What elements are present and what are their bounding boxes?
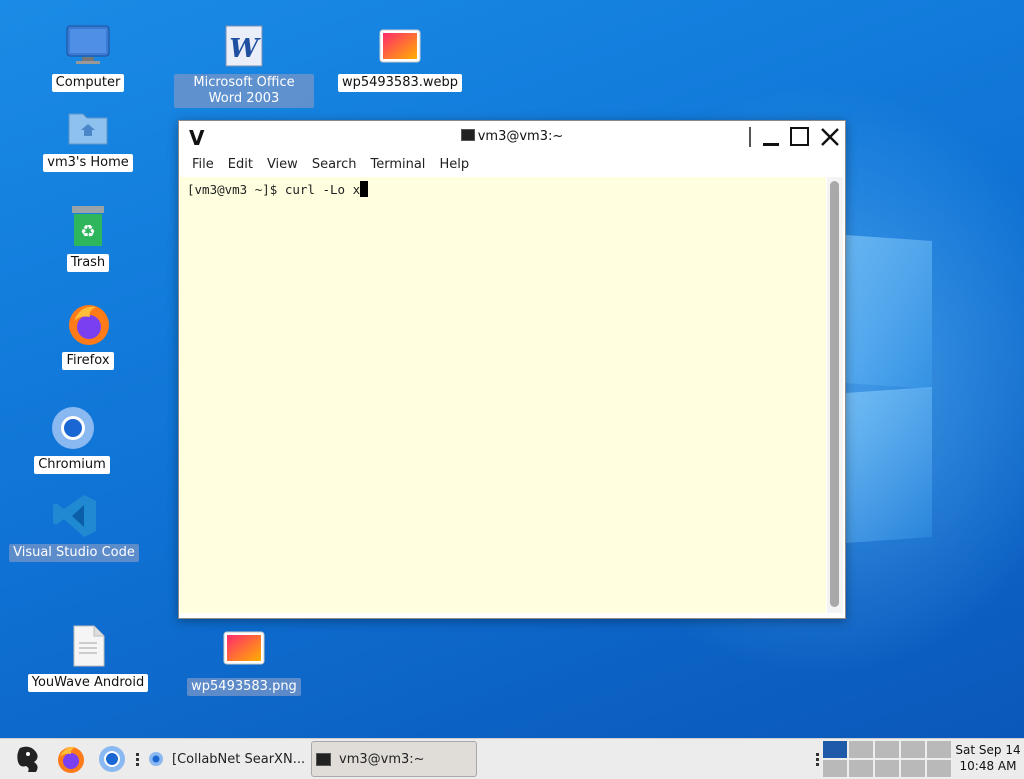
typed-command: curl -Lo x [284,182,361,197]
desktop-icon-trash[interactable]: ♻ Trash [18,204,158,272]
vscode-icon [52,494,96,538]
workspace-8[interactable] [874,759,900,778]
chromium-icon [149,752,163,766]
workspace-5[interactable] [926,740,952,759]
desktop-icon-webp[interactable]: wp5493583.webp [330,24,470,92]
chromium-icon [99,746,125,772]
taskbar-firefox-launcher[interactable] [55,743,87,775]
task-label: vm3@vm3:~ [339,751,425,767]
vertical-scrollbar[interactable] [827,177,843,613]
taskbar-chromium-launcher[interactable] [96,743,128,775]
taskbar-separator-handle[interactable] [816,751,819,768]
terminal-window[interactable]: V vm3@vm3:~ File Edit View Search Termin… [178,120,846,619]
desktop-icon-vscode[interactable]: Visual Studio Code [4,494,144,562]
window-titlebar[interactable]: V vm3@vm3:~ [179,121,845,153]
desktop-icon-computer[interactable]: Computer [18,24,158,92]
menu-search[interactable]: Search [312,157,357,172]
workspace-pager[interactable] [822,740,952,778]
close-button[interactable] [819,126,841,148]
workspace-6[interactable] [822,759,848,778]
wallpaper-logo-pane [846,386,932,544]
desktop-icon-firefox[interactable]: Firefox [18,302,158,370]
home-folder-icon [66,104,110,148]
desktop-icon-label: Trash [66,254,110,272]
clock-time: 10:48 AM [959,759,1017,773]
word-document-icon: W [222,24,266,68]
desktop-icon-label: Chromium [34,456,110,474]
minimize-icon [763,143,779,146]
desktop-icon-label: YouWave Android [27,674,149,692]
taskbar-task-terminal[interactable]: vm3@vm3:~ [311,741,477,777]
trash-icon: ♻ [66,204,110,248]
menu-bar: File Edit View Search Terminal Help [179,153,845,175]
menu-view[interactable]: View [267,157,298,172]
desktop-icon-label: Microsoft Office Word 2003 [174,74,314,108]
monitor-icon [66,24,110,68]
menu-edit[interactable]: Edit [228,157,253,172]
taskbar-separator-handle[interactable] [136,751,139,768]
taskbar-task-browser[interactable]: [CollabNet SearXN... [144,741,310,777]
desktop-icon-label: Computer [51,74,125,92]
svg-text:♻: ♻ [80,222,95,242]
desktop-icon-label: wp5493583.webp [337,74,463,92]
desktop-icon-png[interactable]: wp5493583.png [174,628,314,696]
firefox-icon [66,302,110,346]
window-title: vm3@vm3:~ [179,129,845,144]
desktop-icon-label: Firefox [62,352,114,370]
taskbar-clock[interactable]: Sat Sep 14 10:48 AM [952,742,1024,774]
firefox-icon [58,746,84,773]
svg-text:W: W [229,34,261,64]
desktop-icon-label: vm3's Home [43,154,133,172]
terminal-line: [vm3@vm3 ~]$ curl -Lo x [187,181,369,197]
document-icon [66,624,110,668]
minimize-button[interactable] [760,126,782,148]
start-menu-button[interactable] [12,743,44,775]
workspace-10[interactable] [926,759,952,778]
desktop-icon-word[interactable]: W Microsoft Office Word 2003 [174,24,314,108]
shell-prompt: [vm3@vm3 ~]$ [187,182,285,197]
app-menu-logo-icon [17,746,38,772]
workspace-4[interactable] [900,740,926,759]
titlebar-separator [749,127,751,147]
desktop-icon-label: Visual Studio Code [9,544,139,562]
terminal-output[interactable]: [vm3@vm3 ~]$ curl -Lo x [180,177,826,613]
maximize-icon [790,127,809,146]
close-icon [821,128,839,146]
task-label: [CollabNet SearXN... [172,751,306,767]
desktop-icon-home[interactable]: vm3's Home [18,104,158,172]
menu-terminal[interactable]: Terminal [370,157,425,172]
image-file-icon [378,24,422,68]
clock-date: Sat Sep 14 [955,743,1021,757]
maximize-button[interactable] [789,126,811,148]
terminal-icon [316,752,331,766]
terminal-icon [460,129,475,141]
workspace-3[interactable] [874,740,900,759]
scrollbar-thumb[interactable] [830,181,839,607]
desktop-icon-chromium[interactable]: Chromium [2,406,142,474]
wallpaper-logo-pane [846,234,932,390]
workspace-1[interactable] [822,740,848,759]
image-file-icon [222,628,266,672]
workspace-2[interactable] [848,740,874,759]
text-cursor [360,181,369,197]
menu-file[interactable]: File [192,157,214,172]
chromium-icon [50,406,94,450]
menu-help[interactable]: Help [439,157,469,172]
desktop-icon-label: wp5493583.png [187,678,301,696]
workspace-7[interactable] [848,759,874,778]
workspace-9[interactable] [900,759,926,778]
taskbar: [CollabNet SearXN... vm3@vm3:~ Sat Sep 1… [0,738,1024,779]
desktop-icon-youwave[interactable]: YouWave Android [18,624,158,692]
